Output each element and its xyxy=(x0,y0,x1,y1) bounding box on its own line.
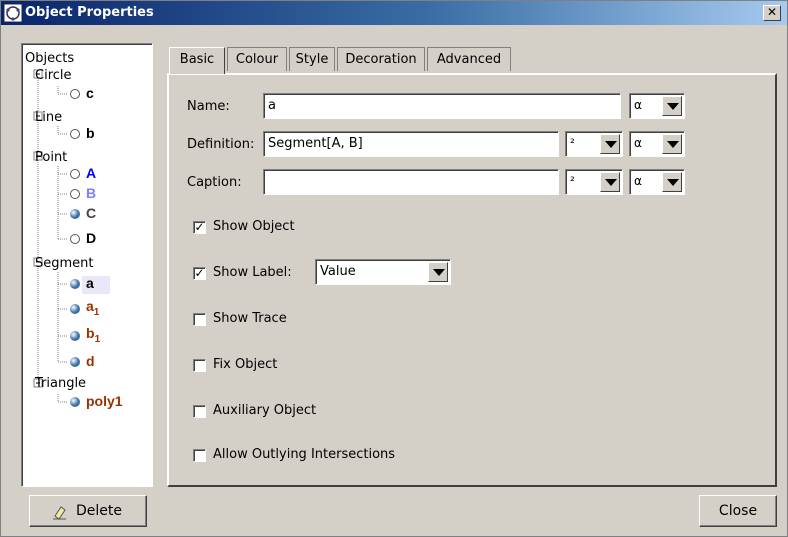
filled-sphere-icon xyxy=(70,209,80,219)
show-object-checkbox[interactable]: ✓ xyxy=(193,221,206,234)
hollow-circle-icon xyxy=(70,234,80,244)
chevron-down-icon[interactable] xyxy=(662,96,682,116)
object-tree[interactable]: Objects Circle Line Point Segment Triang… xyxy=(21,43,153,487)
alpha-icon: α xyxy=(634,174,642,188)
hollow-circle-icon xyxy=(70,129,80,139)
alpha-icon: α xyxy=(634,136,642,150)
superscript-icon: ² xyxy=(570,174,575,188)
auxiliary-object-checkbox[interactable] xyxy=(193,405,206,418)
title-bar[interactable]: Object Properties ✕ xyxy=(1,1,787,25)
definition-greek-dropdown[interactable]: α xyxy=(629,131,685,157)
close-button[interactable]: Close xyxy=(699,495,777,527)
allow-outlying-label[interactable]: Allow Outlying Intersections xyxy=(213,447,395,462)
tab-advanced[interactable]: Advanced xyxy=(427,47,511,71)
app-icon xyxy=(4,4,22,22)
tab-basic[interactable]: Basic xyxy=(169,47,225,74)
caption-field[interactable] xyxy=(263,169,559,195)
superscript-icon: ² xyxy=(570,136,575,150)
show-trace-checkbox[interactable] xyxy=(193,313,206,326)
hollow-circle-icon xyxy=(70,169,80,179)
chevron-down-icon[interactable] xyxy=(662,172,682,192)
object-properties-window: Object Properties ✕ Objects Circle Line … xyxy=(0,0,788,537)
name-greek-dropdown[interactable]: α xyxy=(629,93,685,119)
show-label-checkbox[interactable]: ✓ xyxy=(193,267,206,280)
filled-sphere-icon xyxy=(70,357,80,367)
window-title: Object Properties xyxy=(25,5,154,20)
filled-sphere-icon xyxy=(70,397,80,407)
filled-sphere-icon xyxy=(70,304,80,314)
tree-category-circle[interactable]: Circle xyxy=(35,68,72,83)
name-field[interactable]: a xyxy=(263,93,621,119)
hollow-circle-icon xyxy=(70,89,80,99)
name-label: Name: xyxy=(187,99,230,114)
tree-category-point[interactable]: Point xyxy=(35,150,67,165)
close-window-icon[interactable]: ✕ xyxy=(763,5,781,21)
allow-outlying-checkbox[interactable] xyxy=(193,449,206,462)
show-label-value: Value xyxy=(320,264,356,279)
delete-button-label: Delete xyxy=(76,503,122,519)
tree-category-triangle[interactable]: Triangle xyxy=(35,376,86,391)
tab-style[interactable]: Style xyxy=(289,47,335,71)
chevron-down-icon[interactable] xyxy=(662,134,682,154)
caption-superscript-dropdown[interactable]: ² xyxy=(565,169,623,195)
definition-field[interactable]: Segment[A, B] xyxy=(263,131,559,157)
eraser-icon xyxy=(53,506,66,520)
tab-colour[interactable]: Colour xyxy=(227,47,287,71)
show-label-label[interactable]: Show Label: xyxy=(213,265,292,280)
delete-button[interactable]: Delete xyxy=(29,495,147,527)
chevron-down-icon[interactable] xyxy=(600,172,620,192)
tree-category-line[interactable]: Line xyxy=(35,110,62,125)
caption-greek-dropdown[interactable]: α xyxy=(629,169,685,195)
fix-object-checkbox[interactable] xyxy=(193,359,206,372)
basic-tab-panel: Name: a α Definition: Segment[A, B] ² α … xyxy=(167,73,777,487)
tree-category-segment[interactable]: Segment xyxy=(35,256,94,271)
tree-root-objects[interactable]: Objects xyxy=(25,51,74,66)
definition-superscript-dropdown[interactable]: ² xyxy=(565,131,623,157)
tab-decoration[interactable]: Decoration xyxy=(337,47,425,71)
caption-label: Caption: xyxy=(187,175,242,190)
fix-object-label[interactable]: Fix Object xyxy=(213,357,277,372)
show-trace-label[interactable]: Show Trace xyxy=(213,311,287,326)
auxiliary-object-label[interactable]: Auxiliary Object xyxy=(213,403,316,418)
show-label-dropdown[interactable]: Value xyxy=(315,259,451,285)
filled-sphere-icon xyxy=(70,331,80,341)
alpha-icon: α xyxy=(634,98,642,112)
definition-label: Definition: xyxy=(187,137,255,152)
filled-sphere-icon xyxy=(70,279,80,289)
chevron-down-icon[interactable] xyxy=(428,262,448,282)
chevron-down-icon[interactable] xyxy=(600,134,620,154)
show-object-label[interactable]: Show Object xyxy=(213,219,295,234)
hollow-circle-icon xyxy=(70,189,80,199)
